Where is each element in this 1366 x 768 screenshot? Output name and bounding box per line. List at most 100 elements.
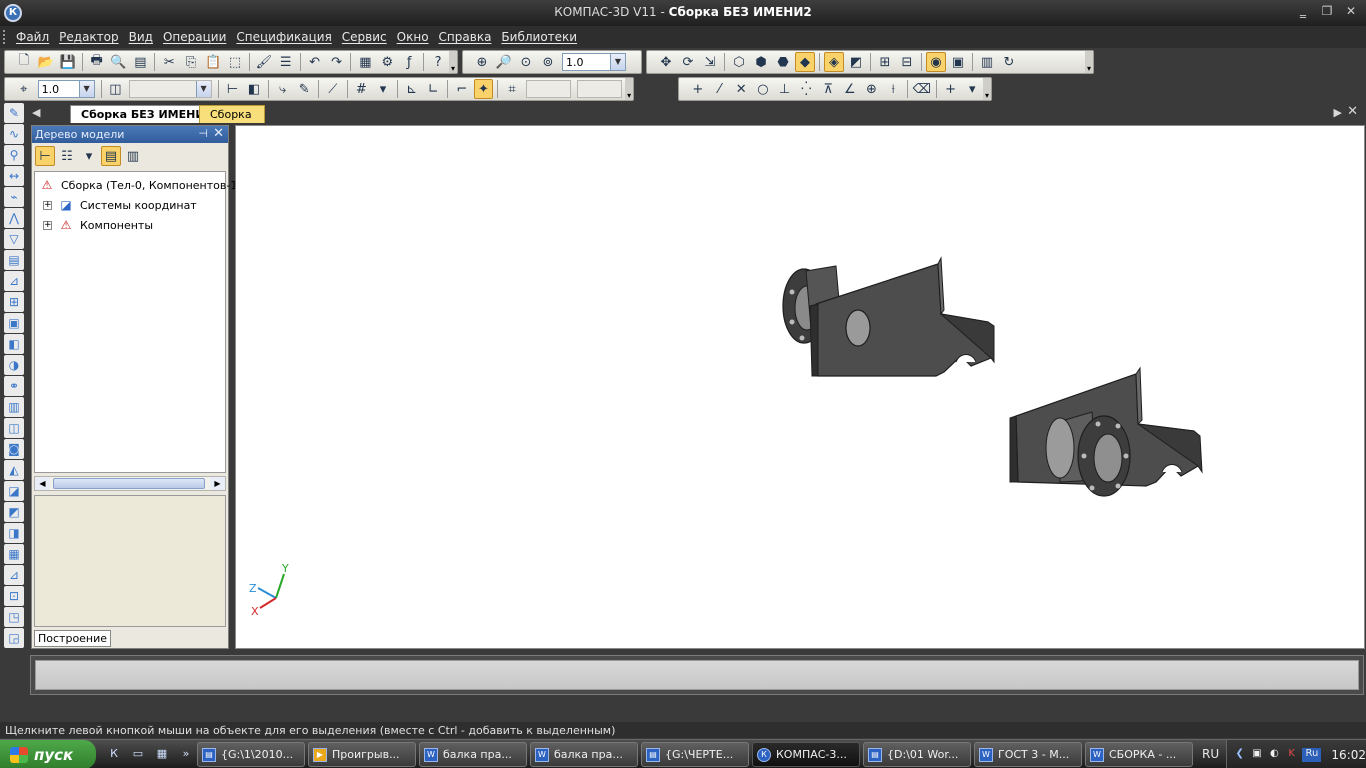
wireframe-icon[interactable]: ⬡ — [729, 52, 749, 72]
function-icon[interactable]: ƒ — [399, 52, 419, 72]
toolbar-options-icon[interactable]: ▾ — [449, 51, 457, 73]
thin-hidden-icon[interactable]: ⬣ — [773, 52, 793, 72]
intersection-snap-icon[interactable]: ✕ — [731, 79, 751, 99]
expand-icon[interactable]: + — [43, 200, 52, 210]
tab-prev-icon[interactable]: ◀ — [32, 106, 40, 119]
cut-icon[interactable]: ✂ — [159, 52, 179, 72]
show-all-icon[interactable]: ⊞ — [875, 52, 895, 72]
paste-icon[interactable]: 📋 — [203, 52, 223, 72]
section-icon[interactable]: ◩ — [4, 502, 24, 522]
report-icon[interactable]: ◲ — [4, 628, 24, 648]
redo-icon[interactable]: ↷ — [327, 52, 347, 72]
specification-icon[interactable]: ◳ — [4, 607, 24, 627]
tree-sort-icon[interactable]: ▥ — [123, 146, 143, 166]
ortho-icon[interactable]: ⊾ — [402, 79, 422, 99]
perspective-icon[interactable]: ◩ — [846, 52, 866, 72]
grid-icon[interactable]: # — [352, 79, 372, 99]
orientation-icon[interactable]: ⇲ — [700, 52, 720, 72]
tree-structure-icon[interactable]: ⊢ — [35, 146, 55, 166]
rebuild-icon[interactable]: ↻ — [999, 52, 1019, 72]
tree-item-components[interactable]: + ⚠ Компоненты — [43, 217, 153, 233]
variables-icon[interactable]: ⚙ — [377, 52, 397, 72]
mate-icon[interactable]: ⚭ — [4, 376, 24, 396]
print-preview-icon[interactable]: 🔍 — [109, 52, 129, 72]
show-selected-icon[interactable]: ⊟ — [897, 52, 917, 72]
array-icon[interactable]: ▦ — [4, 544, 24, 564]
task-button-active[interactable]: К КОМПАС-3... — [752, 742, 860, 767]
box-icon[interactable]: ▥ — [4, 397, 24, 417]
snap-icon[interactable]: ⌖ — [14, 79, 34, 99]
document-icon[interactable]: ▤ — [4, 250, 24, 270]
hole-icon[interactable]: ◙ — [4, 439, 24, 459]
show-desktop-icon[interactable]: ▭ — [128, 744, 148, 764]
save-icon[interactable]: 💾 — [58, 52, 78, 72]
help-pointer-icon[interactable]: ? — [428, 52, 448, 72]
menu-help[interactable]: Справка — [439, 30, 492, 44]
manager-icon[interactable]: ▦ — [355, 52, 375, 72]
coord-y-field[interactable] — [577, 80, 623, 98]
pencil-icon[interactable]: ✎ — [294, 79, 314, 99]
scroll-right-icon[interactable]: ▶ — [210, 477, 225, 490]
chamfer-icon[interactable]: ◭ — [4, 460, 24, 480]
sketch-icon[interactable]: ⟋ — [323, 79, 343, 99]
tree-list-icon[interactable]: ▤ — [101, 146, 121, 166]
clip-icon[interactable]: ⌁ — [4, 187, 24, 207]
task-button[interactable]: W ГОСТ 3 - М... — [974, 742, 1082, 767]
pan-icon[interactable]: ✥ — [656, 52, 676, 72]
close-icon[interactable]: ✕ — [1342, 4, 1360, 20]
zoom-window-icon[interactable]: ⊕ — [472, 52, 492, 72]
dimension-icon[interactable]: ↔ — [4, 166, 24, 186]
grid-snap-icon[interactable]: ⁛ — [797, 79, 817, 99]
mirror-icon[interactable]: ◨ — [4, 523, 24, 543]
cube-icon[interactable]: ◫ — [4, 418, 24, 438]
list-icon[interactable]: ☰ — [276, 52, 296, 72]
tray-expand-icon[interactable]: ❮ — [1233, 748, 1246, 762]
tray-lang-icon[interactable]: Ru — [1302, 747, 1322, 762]
tab-next-icon[interactable]: ▶ — [1334, 106, 1342, 119]
angle-icon[interactable]: ∟ — [423, 79, 443, 99]
brush-icon[interactable]: 🖌 — [254, 52, 274, 72]
zoom-in-icon[interactable]: 🔎 — [494, 52, 514, 72]
model-viewport[interactable]: Y Z X — [235, 125, 1365, 649]
middle-snap-icon[interactable]: ⊼ — [818, 79, 838, 99]
report-icon[interactable]: ▥ — [977, 52, 997, 72]
point-snap-icon[interactable]: + — [688, 79, 708, 99]
kompas-quicklaunch-icon[interactable]: К — [104, 744, 124, 764]
round-icon[interactable]: ⌐ — [452, 79, 472, 99]
add-point-icon[interactable]: + — [941, 79, 961, 99]
toolbar-options-icon[interactable]: ▾ — [983, 78, 991, 100]
copy-icon[interactable]: ⎘ — [181, 52, 201, 72]
local-cs-icon[interactable]: ⊢ — [223, 79, 243, 99]
menu-operations[interactable]: Операции — [163, 30, 226, 44]
step-select[interactable]: 1.0 ▼ — [37, 80, 95, 98]
center-snap-icon[interactable]: ⊕ — [862, 79, 882, 99]
scroll-thumb[interactable] — [53, 478, 205, 489]
chevron-down-icon[interactable]: ▼ — [610, 54, 625, 70]
tree-root[interactable]: ⚠ Сборка (Тел-0, Компонентов-1) — [39, 177, 242, 193]
restore-icon[interactable]: ❐ — [1318, 4, 1336, 20]
measure-icon[interactable]: ⊿ — [4, 565, 24, 585]
tree-view-icon[interactable]: ☷ — [57, 146, 77, 166]
scroll-left-icon[interactable]: ◀ — [35, 477, 50, 490]
normal-snap-icon[interactable]: ⊥ — [775, 79, 795, 99]
network-icon[interactable]: ▣ — [1250, 748, 1263, 762]
properties-icon[interactable]: ▤ — [130, 52, 150, 72]
filter-icon[interactable]: ▽ — [4, 229, 24, 249]
add-component-icon[interactable]: ⊞ — [4, 292, 24, 312]
menu-libraries[interactable]: Библиотеки — [501, 30, 577, 44]
task-button[interactable]: ▶ Проигрыв... — [308, 742, 416, 767]
close-icon[interactable]: ✕ — [213, 126, 224, 141]
minimize-icon[interactable]: ‗ — [1294, 4, 1312, 20]
menu-specification[interactable]: Спецификация — [236, 30, 331, 44]
task-button[interactable]: W СБОРКА - ... — [1085, 742, 1193, 767]
revolve-icon[interactable]: ◑ — [4, 355, 24, 375]
line-icon[interactable]: ⋀ — [4, 208, 24, 228]
bracket-part-2[interactable] — [1009, 366, 1203, 497]
zoom-scale-icon[interactable]: ⊙ — [516, 52, 536, 72]
bracket-part-1[interactable] — [782, 256, 995, 377]
cursor-coords-icon[interactable]: ⌗ — [502, 79, 522, 99]
library-parts-icon[interactable]: ⊡ — [4, 586, 24, 606]
menu-file[interactable]: Файл — [16, 30, 49, 44]
start-button[interactable]: пуск — [0, 740, 96, 768]
chevron-down-icon[interactable]: ▼ — [78, 81, 94, 97]
